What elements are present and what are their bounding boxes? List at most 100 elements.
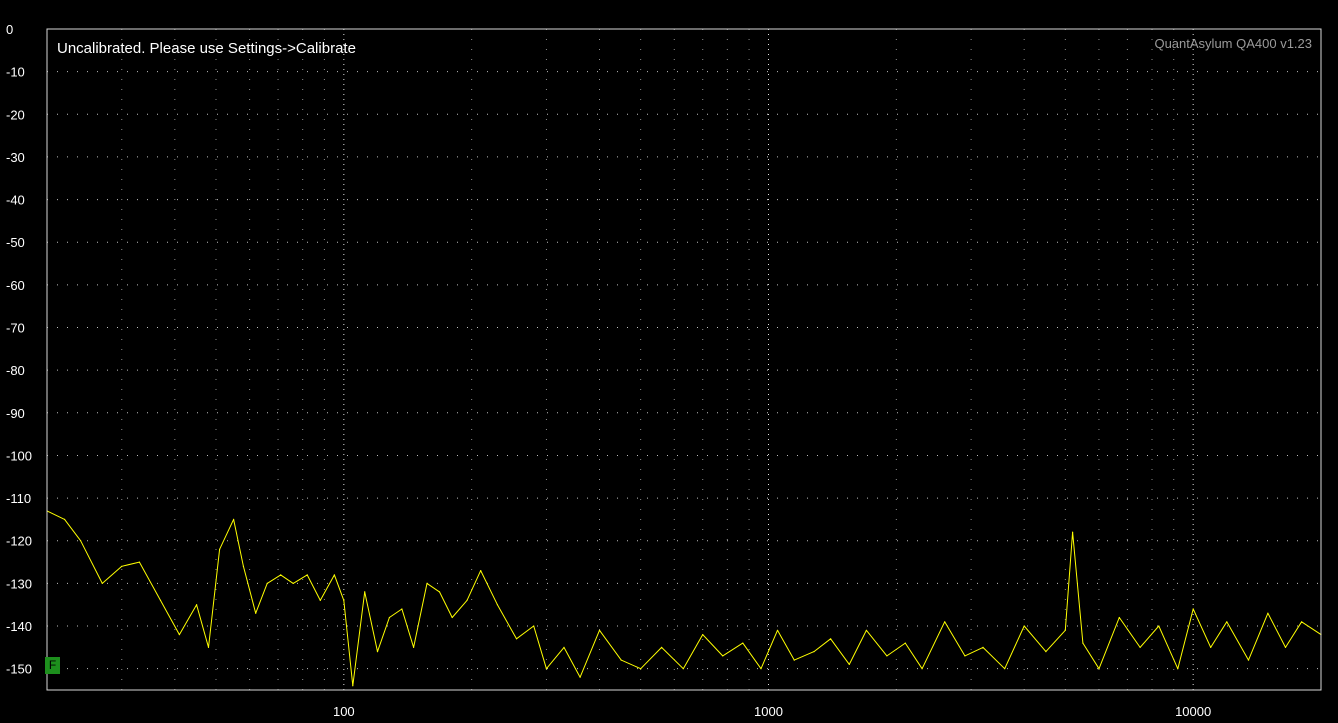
spectrum-point <box>830 638 832 640</box>
y-tick-label: -50 <box>6 235 25 250</box>
y-tick-label: -30 <box>6 150 25 165</box>
spectrum-point <box>515 638 518 640</box>
spectrum-point <box>333 574 335 576</box>
spectrum-point <box>352 685 354 687</box>
spectrum-point <box>848 663 850 666</box>
calibration-status-message: Uncalibrated. Please use Settings->Calib… <box>57 40 356 57</box>
spectrum-point <box>319 599 321 602</box>
spectrum-point <box>1004 668 1006 670</box>
spectrum-point <box>292 582 294 585</box>
spectrum-point <box>1072 531 1074 533</box>
spectrum-point <box>178 634 180 636</box>
spectrum-point <box>64 518 66 521</box>
x-tick-label: 1000 <box>754 704 783 719</box>
spectrum-point <box>1177 668 1179 670</box>
spectrum-point <box>982 646 984 649</box>
spectrum-point <box>661 646 663 649</box>
spectrum-plot: 0 -10 -20 -30 -40 -50 -60 -70 -80 -90 -100 -110 -120… <box>0 0 1338 723</box>
spectrum-point <box>702 634 704 636</box>
spectrum-point <box>1023 625 1025 627</box>
spectrum-point <box>1098 668 1100 670</box>
y-tick-label: 0 <box>6 22 13 37</box>
spectrum-point <box>480 570 482 572</box>
x-tick-label: 100 <box>333 704 355 719</box>
y-tick-label: -40 <box>6 193 25 208</box>
x-tick-label: 10000 <box>1175 704 1211 719</box>
y-tick-label: -130 <box>6 576 32 591</box>
spectrum-point <box>1247 659 1250 661</box>
spectrum-point <box>1118 616 1120 619</box>
spectrum-point <box>886 655 888 657</box>
spectrum-point <box>138 561 140 563</box>
spectrum-point <box>1082 642 1084 644</box>
y-tick-label: -20 <box>6 107 25 122</box>
spectrum-point <box>401 608 403 610</box>
spectrum-point <box>207 646 210 649</box>
spectrum-point <box>1210 646 1212 649</box>
y-tick-label: -120 <box>6 534 32 549</box>
spectrum-point <box>722 655 724 657</box>
spectrum-point <box>742 642 744 644</box>
spectrum-point <box>255 612 257 614</box>
y-tick-label: -80 <box>6 363 25 378</box>
spectrum-point <box>1045 651 1047 653</box>
spectrum-point <box>563 646 565 649</box>
spectrum-point <box>1267 612 1269 614</box>
spectrum-point <box>413 646 415 649</box>
spectrum-point <box>793 659 795 661</box>
spectrum-point <box>579 676 581 678</box>
y-tick-label: -140 <box>6 619 32 634</box>
spectrum-point <box>159 599 162 602</box>
spectrum-point <box>266 582 268 585</box>
spectrum-point <box>921 668 923 670</box>
spectrum-point <box>376 651 379 653</box>
spectrum-point <box>451 616 453 619</box>
y-tick-label: -110 <box>6 491 31 506</box>
spectrum-point <box>242 565 244 567</box>
spectrum-point <box>640 668 642 670</box>
spectrum-point <box>545 668 548 670</box>
plot-background <box>0 0 1338 723</box>
spectrum-point <box>1301 621 1303 623</box>
spectrum-point <box>776 629 779 631</box>
spectrum-point <box>682 668 684 670</box>
y-tick-label: -10 <box>6 65 25 80</box>
spectrum-point <box>813 651 815 653</box>
y-tick-label: -150 <box>6 662 32 677</box>
spectrum-point <box>964 655 966 657</box>
spectrum-point <box>364 591 366 593</box>
spectrum-point <box>598 629 601 631</box>
spectrum-point <box>904 642 906 644</box>
spectrum-point <box>466 599 468 602</box>
spectrum-point <box>80 540 82 542</box>
y-tick-label: -90 <box>6 406 25 421</box>
spectrum-point <box>1284 646 1287 649</box>
spectrum-point <box>760 668 762 670</box>
spectrum-point <box>438 591 441 593</box>
y-tick-label: -60 <box>6 278 25 293</box>
spectrum-point <box>1226 621 1228 623</box>
spectrum-point <box>343 599 345 602</box>
spectrum-point <box>121 565 123 567</box>
spectrum-point <box>496 604 498 606</box>
spectrum-point <box>280 574 282 576</box>
y-tick-label: -100 <box>6 448 32 463</box>
spectrum-point <box>219 548 221 550</box>
spectrum-point <box>944 621 946 623</box>
spectrum-point <box>1139 646 1141 649</box>
spectrum-point <box>1158 625 1160 627</box>
spectrum-point <box>533 625 535 627</box>
spectrum-point <box>1192 608 1194 610</box>
spectrum-point <box>1064 629 1066 631</box>
spectrum-point <box>426 582 428 585</box>
spectrum-point <box>196 604 198 606</box>
spectrum-point <box>306 574 308 576</box>
spectrum-point <box>101 582 103 585</box>
marker-f-badge[interactable]: F <box>45 657 60 674</box>
spectrum-point <box>388 616 390 619</box>
y-tick-label: -70 <box>6 321 25 336</box>
app-brand-label: QuantAsylum QA400 v1.23 <box>1154 36 1312 51</box>
spectrum-point <box>865 629 868 631</box>
spectrum-point <box>620 659 622 661</box>
spectrum-point <box>233 518 235 521</box>
